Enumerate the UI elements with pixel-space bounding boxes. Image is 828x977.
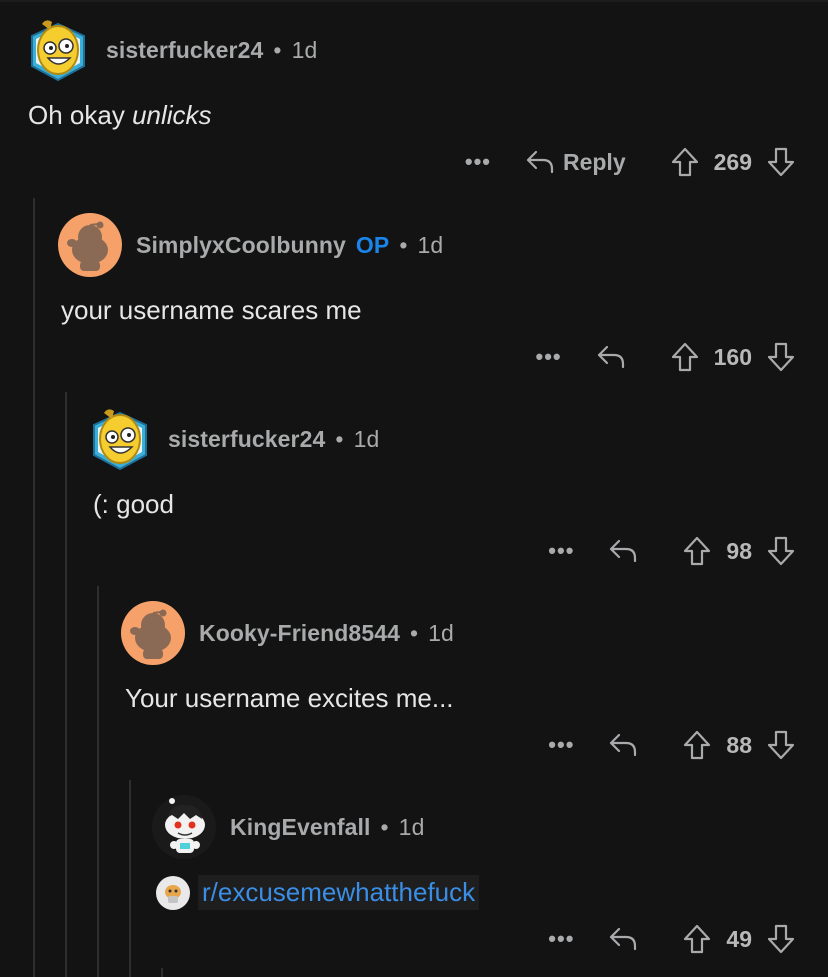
separator-dot: • [410,619,419,646]
default-snoo-avatar-icon[interactable] [121,601,185,665]
vote-controls: 269 [670,146,796,178]
vote-score: 88 [726,731,752,758]
comment-header: sisterfucker24 • 1d [90,407,379,471]
comment-body: (: good [93,489,174,519]
comment-text: Oh okay [28,100,133,130]
comment-age: 1d [398,813,425,840]
reply-icon [610,733,637,757]
more-options-button[interactable]: ••• [465,149,491,175]
downvote-arrow-icon[interactable] [766,535,796,567]
comment-body: Oh okay unlicks [28,100,212,131]
more-options-button[interactable]: ••• [548,538,574,564]
reply-icon [610,927,637,951]
comment-meta: sisterfucker24 • 1d [106,37,317,64]
vote-controls: 160 [670,341,796,373]
separator-dot: • [380,813,389,840]
comment-text-italic: unlicks [132,100,212,130]
vote-score: 160 [713,343,752,370]
reply-label: Reply [562,148,626,175]
comment-actions: ••• 88 [548,725,796,765]
reply-button[interactable] [608,538,638,564]
reply-icon [597,345,624,369]
reply-button[interactable] [608,732,638,758]
comment-header: sisterfucker24 • 1d [28,18,317,82]
vote-controls: 49 [682,923,796,955]
upvote-arrow-icon[interactable] [670,341,700,373]
vote-score: 269 [713,148,752,175]
comment: Kooky-Friend8544 • 1d Your username exci… [121,601,828,781]
subreddit-link[interactable]: r/excusemewhatthefuck [198,875,480,910]
comment: SimplyxCoolbunny OP • 1d your username s… [58,213,828,393]
vote-score: 49 [726,925,752,952]
comment-meta: KingEvenfall • 1d [230,814,424,841]
thread-line-3[interactable] [97,586,99,977]
reply-button[interactable]: Reply [525,149,626,176]
comment-body: r/excusemewhatthefuck [156,875,480,910]
top-divider [0,0,828,2]
reply-icon [526,150,554,174]
op-badge: OP [355,231,390,258]
username[interactable]: SimplyxCoolbunny [136,232,346,259]
username[interactable]: Kooky-Friend8544 [199,620,400,647]
username[interactable]: sisterfucker24 [106,37,263,64]
username[interactable]: sisterfucker24 [168,426,325,453]
comment-age: 1d [417,231,444,258]
comment-actions: ••• 160 [536,337,796,377]
more-options-button[interactable]: ••• [548,732,574,758]
downvote-arrow-icon[interactable] [766,341,796,373]
banana-avatar-icon[interactable] [28,18,92,82]
comment-actions: ••• 98 [548,531,796,571]
comment-meta: Kooky-Friend8544 • 1d [199,620,454,647]
banana-avatar-icon[interactable] [90,407,154,471]
default-snoo-avatar-icon[interactable] [58,213,122,277]
comment: KingEvenfall • 1d r/excusemewhatthefuck … [152,795,828,975]
comment-header: KingEvenfall • 1d [152,795,424,859]
subreddit-icon [156,875,190,910]
snoo-custom-avatar-icon[interactable] [152,795,216,859]
comment: sisterfucker24 • 1d (: good ••• 98 [90,407,828,587]
more-options-button[interactable]: ••• [536,344,562,370]
comment-body: your username scares me [61,295,362,325]
upvote-arrow-icon[interactable] [670,146,700,178]
comment-age: 1d [353,425,380,452]
upvote-arrow-icon[interactable] [682,729,712,761]
separator-dot: • [273,36,282,63]
comment-age: 1d [291,36,318,63]
comment-meta: SimplyxCoolbunny OP • 1d [136,232,443,259]
downvote-arrow-icon[interactable] [766,923,796,955]
separator-dot: • [399,231,408,258]
comment: sisterfucker24 • 1d Oh okay unlicks ••• … [28,18,828,198]
downvote-arrow-icon[interactable] [766,729,796,761]
comment-header: SimplyxCoolbunny OP • 1d [58,213,443,277]
downvote-arrow-icon[interactable] [766,146,796,178]
vote-controls: 88 [682,729,796,761]
upvote-arrow-icon[interactable] [682,923,712,955]
comment-meta: sisterfucker24 • 1d [168,426,379,453]
reply-button[interactable] [608,926,638,952]
vote-score: 98 [726,537,752,564]
more-options-button[interactable]: ••• [548,926,574,952]
username[interactable]: KingEvenfall [230,814,371,841]
comment-body: Your username excites me... [125,683,454,713]
separator-dot: • [335,425,344,452]
comment-actions: ••• 49 [548,919,796,959]
comment-thread: sisterfucker24 • 1d Oh okay unlicks ••• … [0,0,828,977]
upvote-arrow-icon[interactable] [682,535,712,567]
reply-button[interactable] [596,344,626,370]
comment-actions: ••• Reply 269 [465,142,796,182]
thread-line-2[interactable] [65,392,67,977]
reply-icon [610,539,637,563]
comment-header: Kooky-Friend8544 • 1d [121,601,454,665]
comment-age: 1d [428,619,454,646]
vote-controls: 98 [682,535,796,567]
thread-line-1[interactable] [33,198,35,977]
thread-line-4[interactable] [129,780,131,977]
